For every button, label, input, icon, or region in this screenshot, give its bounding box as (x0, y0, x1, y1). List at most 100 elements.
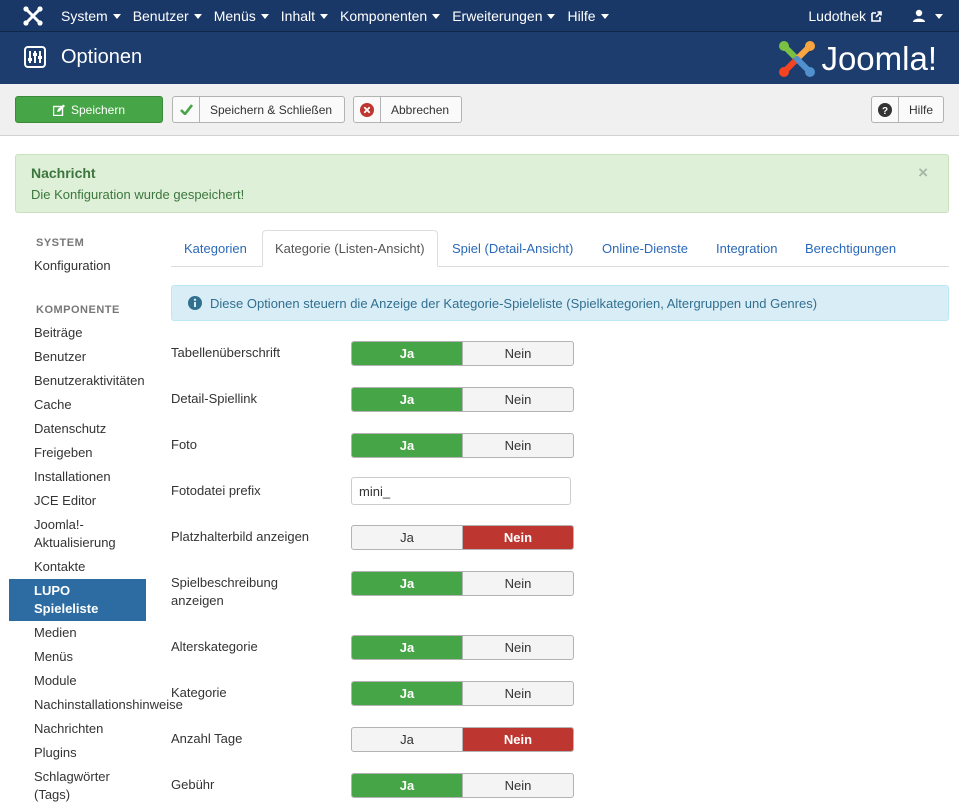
menu-label: Hilfe (567, 8, 596, 24)
no-option[interactable]: Nein (462, 342, 573, 365)
caret-down-icon (320, 13, 329, 19)
caret-down-icon (112, 13, 121, 19)
save-button[interactable]: Speichern (15, 96, 163, 123)
sidebar-item-users[interactable]: Benutzer (34, 348, 86, 366)
sidebar-item-installations[interactable]: Installationen (34, 468, 111, 486)
no-option[interactable]: Nein (462, 434, 573, 457)
page-header: Optionen Joomla! (0, 32, 959, 84)
table-heading-switch: Ja Nein (351, 341, 574, 366)
joomla-logo-icon (779, 41, 816, 77)
placeholder-image-switch: Ja Nein (351, 525, 574, 550)
age-category-switch: Ja Nein (351, 635, 574, 660)
fee-switch: Ja Nein (351, 773, 574, 798)
navbar-right: Ludothek (808, 0, 943, 32)
no-option[interactable]: Nein (462, 388, 573, 411)
edit-icon (52, 97, 65, 122)
menu-label: Inhalt (280, 8, 316, 24)
save-close-button[interactable]: Speichern & Schließen (172, 96, 345, 123)
yes-option[interactable]: Ja (352, 342, 462, 365)
cancel-button[interactable]: Abbrechen (353, 96, 462, 123)
sidebar-item-modules[interactable]: Module (34, 672, 77, 690)
label-fee: Gebühr (171, 777, 215, 792)
sidebar-item-postinstall[interactable]: Nachinstallationshinweise (34, 696, 183, 714)
menu-users[interactable]: Benutzer (133, 8, 202, 24)
sidebar-heading-component: KOMPONENTE (36, 304, 120, 316)
svg-text:?: ? (882, 106, 888, 117)
joomla-logo: Joomla! (777, 39, 937, 79)
label-photo-prefix: Fotodatei prefix (171, 483, 261, 498)
yes-option[interactable]: Ja (352, 572, 462, 595)
yes-option[interactable]: Ja (352, 774, 462, 797)
user-icon (913, 9, 925, 22)
menu-menus[interactable]: Menüs (214, 8, 269, 24)
menu-label: System (61, 8, 108, 24)
sidebar-item-label: Aktualisierung (34, 535, 116, 550)
tab-permissions[interactable]: Berechtigungen (805, 230, 896, 267)
sidebar-item-user-actions[interactable]: Benutzeraktivitäten (34, 372, 145, 390)
no-option[interactable]: Nein (462, 636, 573, 659)
sidebar-item-privacy[interactable]: Datenschutz (34, 420, 106, 438)
yes-option[interactable]: Ja (352, 728, 462, 751)
main-menu: System Benutzer Menüs Inhalt Komponenten… (61, 0, 621, 32)
options-sliders-icon (24, 46, 46, 68)
top-navbar: System Benutzer Menüs Inhalt Komponenten… (0, 0, 959, 32)
yes-option[interactable]: Ja (352, 682, 462, 705)
info-icon (188, 296, 202, 310)
menu-extensions[interactable]: Erweiterungen (452, 8, 556, 24)
caret-down-icon (547, 13, 556, 19)
joomla-menu-icon[interactable] (22, 5, 44, 27)
menu-system[interactable]: System (61, 8, 121, 24)
alert-message: Die Konfiguration wurde gespeichert! (31, 187, 245, 202)
tab-game-detail-view[interactable]: Spiel (Detail-Ansicht) (452, 230, 573, 267)
detail-game-link-switch: Ja Nein (351, 387, 574, 412)
site-link[interactable]: Ludothek (808, 8, 882, 24)
sidebar-item-plugins[interactable]: Plugins (34, 744, 77, 762)
sidebar-item-contacts[interactable]: Kontakte (34, 558, 85, 576)
page-title: Optionen (61, 46, 143, 68)
label-age-category: Alterskategorie (171, 639, 258, 654)
sidebar-item-messages[interactable]: Nachrichten (34, 720, 103, 738)
yes-option[interactable]: Ja (352, 388, 462, 411)
tab-online-services[interactable]: Online-Dienste (602, 230, 688, 267)
user-menu[interactable] (912, 9, 943, 23)
tab-category-list-view[interactable]: Kategorie (Listen-Ansicht) (262, 230, 438, 267)
sidebar-item-articles[interactable]: Beiträge (34, 324, 82, 342)
no-option[interactable]: Nein (462, 572, 573, 595)
close-icon[interactable]: × (918, 163, 928, 183)
sidebar-item-jce-editor[interactable]: JCE Editor (34, 492, 96, 510)
help-button[interactable]: ? Hilfe (871, 96, 944, 123)
sidebar-item-label: Joomla!- (34, 517, 84, 532)
save-close-label: Speichern & Schließen (210, 102, 333, 117)
yes-option[interactable]: Ja (352, 434, 462, 457)
menu-content[interactable]: Inhalt (280, 8, 329, 24)
sidebar-item-checkin[interactable]: Freigeben (34, 444, 93, 462)
no-option[interactable]: Nein (462, 526, 573, 549)
label-photo: Foto (171, 437, 198, 452)
sidebar-item-media[interactable]: Medien (34, 624, 77, 642)
no-option[interactable]: Nein (462, 682, 573, 705)
yes-option[interactable]: Ja (352, 526, 462, 549)
menu-label: Erweiterungen (452, 8, 543, 24)
number-of-days-switch: Ja Nein (351, 727, 574, 752)
sidebar-item-cache[interactable]: Cache (34, 396, 72, 414)
tab-integration[interactable]: Integration (716, 230, 777, 267)
tab-categories[interactable]: Kategorien (184, 230, 247, 267)
sidebar-item-label: LUPO (34, 583, 71, 598)
caret-down-icon (432, 13, 441, 19)
category-switch: Ja Nein (351, 681, 574, 706)
no-option[interactable]: Nein (462, 774, 573, 797)
yes-option[interactable]: Ja (352, 636, 462, 659)
sidebar-item-configuration[interactable]: Konfiguration (34, 257, 111, 275)
info-text: Diese Optionen steuern die Anzeige der K… (210, 295, 818, 311)
info-box: Diese Optionen steuern die Anzeige der K… (171, 285, 949, 321)
sidebar-item-lupo-active[interactable]: LUPO Spieleliste (9, 579, 146, 621)
label-table-heading: Tabellenüberschrift (171, 345, 281, 360)
photo-prefix-input[interactable] (351, 477, 571, 505)
game-description-switch: Ja Nein (351, 571, 574, 596)
menu-components[interactable]: Komponenten (340, 8, 441, 24)
sidebar-heading-system: SYSTEM (36, 237, 85, 249)
label-category: Kategorie (171, 685, 227, 700)
no-option[interactable]: Nein (462, 728, 573, 751)
sidebar-item-menus[interactable]: Menüs (34, 648, 73, 666)
menu-help[interactable]: Hilfe (567, 8, 609, 24)
